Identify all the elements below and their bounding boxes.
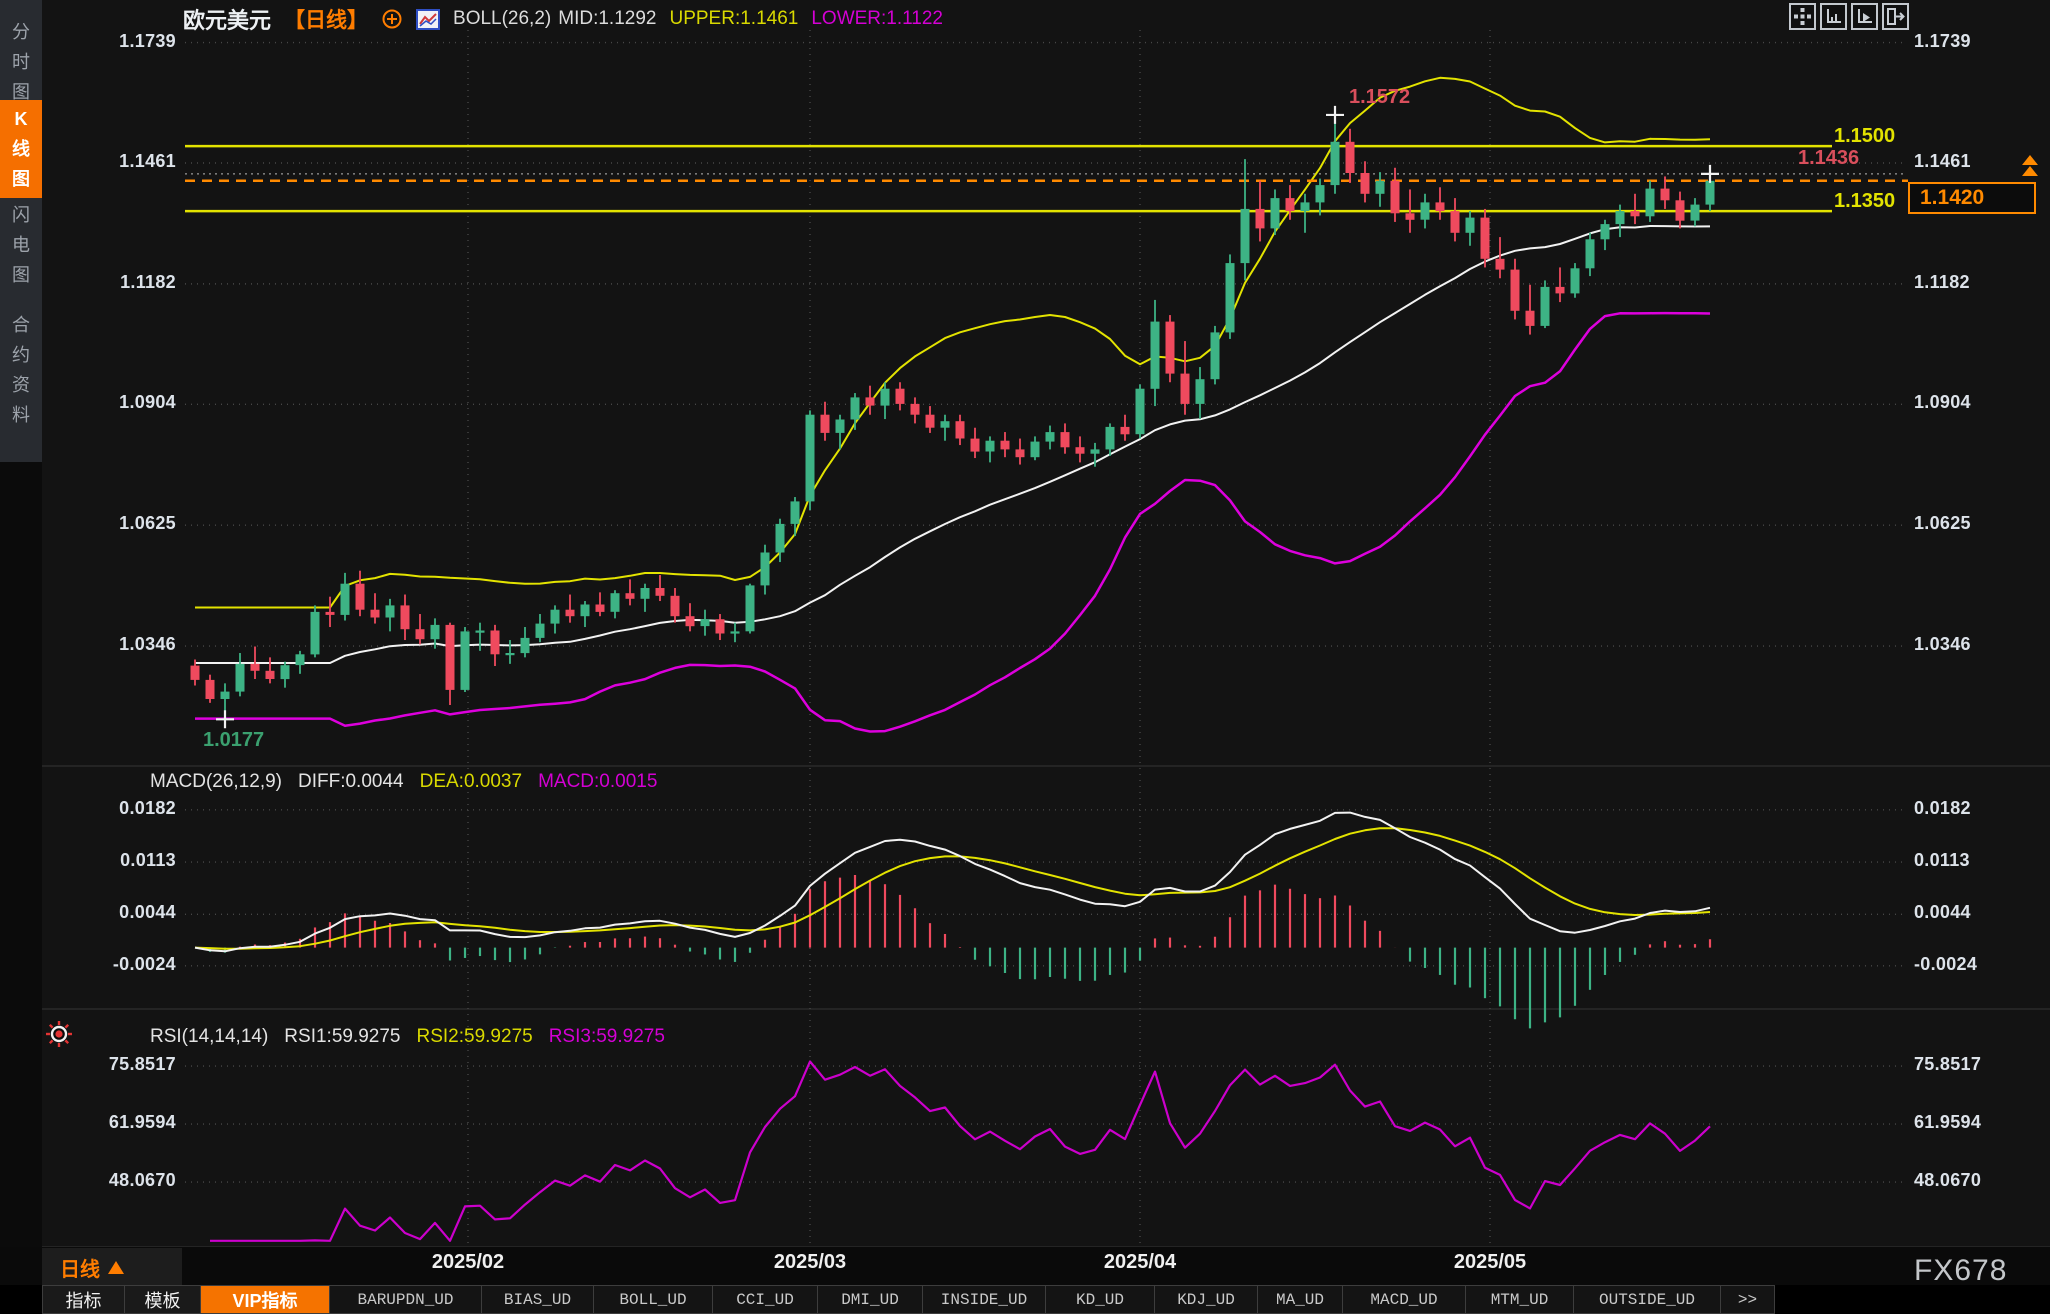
- swing-low-price-label: 1.0177: [203, 729, 264, 752]
- axis-tick-label: 1.0625: [78, 513, 176, 534]
- swing-high-price-label: 1.1572: [1349, 86, 1410, 109]
- indicator-tab-vip指标[interactable]: VIP指标: [201, 1285, 330, 1314]
- sidebar-item-4[interactable]: 合约资料: [0, 306, 42, 434]
- macd-panel-header: MACD(26,12,9) DIFF:0.0044 DEA:0.0037 MAC…: [150, 771, 657, 793]
- sidebar-item-2[interactable]: K线图: [0, 100, 42, 198]
- axis-tick-label: 0.0113: [78, 850, 176, 871]
- axis-tick-label: 61.9594: [78, 1112, 176, 1133]
- chart-header: 欧元美元 【日线】 BOLL(26,2) MID:1.1292 UPPER:1.…: [183, 0, 943, 38]
- period-label: 日线: [60, 1253, 100, 1282]
- rsi3-value: RSI3:59.9275: [549, 1026, 665, 1048]
- price-up-arrows-icon: [2022, 155, 2038, 177]
- axis-tick-label: 0.0044: [78, 902, 176, 923]
- axis-tick-label: 48.0670: [1914, 1170, 1981, 1191]
- indicator-tab-cci_ud[interactable]: CCI_UD: [713, 1285, 818, 1314]
- indicator-tab-outside_ud[interactable]: OUTSIDE_UD: [1574, 1285, 1721, 1314]
- indicator-tab-inside_ud[interactable]: INSIDE_UD: [923, 1285, 1046, 1314]
- macd-diff-value: DIFF:0.0044: [298, 771, 404, 793]
- x-axis-month-label: 2025/05: [1410, 1251, 1570, 1274]
- alert-alarm-icon[interactable]: [44, 1019, 74, 1054]
- axis-tick-label: 1.1461: [78, 151, 176, 172]
- rsi-panel-header: RSI(14,14,14) RSI1:59.9275 RSI2:59.9275 …: [150, 1026, 665, 1048]
- rsi-title: RSI(14,14,14): [150, 1026, 268, 1048]
- indicator-tab-bar: 指标模板VIP指标BARUPDN_UDBIAS_UDBOLL_UDCCI_UDD…: [0, 1285, 2050, 1314]
- resistance-price-label: 1.1500: [1834, 125, 1895, 148]
- axis-tick-label: 1.1461: [1914, 151, 1971, 172]
- axis-tick-label: -0.0024: [1914, 954, 1977, 975]
- chart-toolbar: [1789, 3, 1909, 30]
- exit-panel-button[interactable]: [1882, 3, 1909, 30]
- period-selector[interactable]: 日线: [60, 1253, 124, 1282]
- axis-tick-label: 1.0625: [1914, 513, 1971, 534]
- macd-macd-value: MACD:0.0015: [538, 771, 657, 793]
- add-compare-icon[interactable]: [381, 8, 403, 30]
- x-axis-month-label: 2025/04: [1060, 1251, 1220, 1274]
- axis-tick-label: 1.0346: [78, 634, 176, 655]
- indicator-tab-barupdn_ud[interactable]: BARUPDN_UD: [330, 1285, 482, 1314]
- watermark-logo: FX678: [1914, 1254, 2007, 1288]
- indicator-tab-macd_ud[interactable]: MACD_UD: [1343, 1285, 1466, 1314]
- indicator-tab-dmi_ud[interactable]: DMI_UD: [818, 1285, 923, 1314]
- rsi2-value: RSI2:59.9275: [417, 1026, 533, 1048]
- indicator-tab-boll_ud[interactable]: BOLL_UD: [594, 1285, 713, 1314]
- chart-application-window: 1.1739 1.1739 1.1461 1.1461 1.1182 1.1182 1.09…: [0, 0, 2050, 1314]
- x-axis-month-label: 2025/03: [730, 1251, 890, 1274]
- indicator-tab-mtm_ud[interactable]: MTM_UD: [1466, 1285, 1574, 1314]
- symbol-title: 欧元美元: [183, 3, 271, 35]
- axis-tick-label: 0.0113: [1914, 850, 1970, 871]
- x-axis-play-button[interactable]: [1851, 3, 1878, 30]
- more-tabs-button[interactable]: >>: [1721, 1285, 1775, 1314]
- axis-tick-label: 1.1182: [78, 272, 176, 293]
- indicator-tab-kdj_ud[interactable]: KDJ_UD: [1155, 1285, 1258, 1314]
- axis-tick-label: -0.0024: [78, 954, 176, 975]
- mini-chart-icon[interactable]: [416, 9, 440, 30]
- boll-mid-value: MID:1.1292: [558, 8, 656, 30]
- crosshair-price-label: 1.1436: [1798, 147, 1859, 170]
- left-sidebar: 分时图K线图闪电图合约资料: [0, 0, 42, 1314]
- boll-upper-value: UPPER:1.1461: [669, 8, 798, 30]
- axis-tick-label: 0.0182: [78, 798, 176, 819]
- macd-dea-value: DEA:0.0037: [420, 771, 522, 793]
- axis-tick-label: 0.0044: [1914, 902, 1971, 923]
- support-price-label: 1.1350: [1834, 190, 1895, 213]
- sidebar-item-3[interactable]: 闪电图: [0, 196, 42, 294]
- axis-tick-label: 1.1739: [78, 31, 176, 52]
- boll-indicator-label: BOLL(26,2): [453, 8, 551, 30]
- y-axis-scale-button[interactable]: [1820, 3, 1847, 30]
- boll-lower-value: LOWER:1.1122: [811, 8, 943, 30]
- sidebar-item-1[interactable]: 分时图: [0, 13, 42, 111]
- indicator-tab-模板[interactable]: 模板: [125, 1285, 201, 1314]
- axis-tick-label: 1.1739: [1914, 31, 1971, 52]
- pan-tool-button[interactable]: [1789, 3, 1816, 30]
- axis-tick-label: 75.8517: [78, 1054, 176, 1075]
- macd-title: MACD(26,12,9): [150, 771, 282, 793]
- axis-tick-label: 1.0904: [78, 392, 176, 413]
- axis-tick-label: 48.0670: [78, 1170, 176, 1191]
- bottom-strip: [0, 1247, 2050, 1285]
- axis-tick-label: 61.9594: [1914, 1112, 1981, 1133]
- axis-tick-label: 1.0904: [1914, 392, 1971, 413]
- period-dropdown-arrow-icon: [108, 1261, 124, 1274]
- current-price-box: 1.1420: [1908, 182, 2036, 214]
- axis-tick-label: 1.1182: [1914, 272, 1970, 293]
- indicator-tab-指标[interactable]: 指标: [42, 1285, 125, 1314]
- indicator-tab-ma_ud[interactable]: MA_UD: [1258, 1285, 1343, 1314]
- axis-tick-label: 1.0346: [1914, 634, 1971, 655]
- axis-tick-label: 75.8517: [1914, 1054, 1981, 1075]
- indicator-tab-bias_ud[interactable]: BIAS_UD: [482, 1285, 594, 1314]
- rsi1-value: RSI1:59.9275: [284, 1026, 400, 1048]
- axis-tick-label: 0.0182: [1914, 798, 1971, 819]
- price-chart-canvas[interactable]: [0, 0, 2050, 1314]
- indicator-tab-kd_ud[interactable]: KD_UD: [1046, 1285, 1155, 1314]
- x-axis-month-label: 2025/02: [388, 1251, 548, 1274]
- period-tag: 【日线】: [284, 4, 368, 34]
